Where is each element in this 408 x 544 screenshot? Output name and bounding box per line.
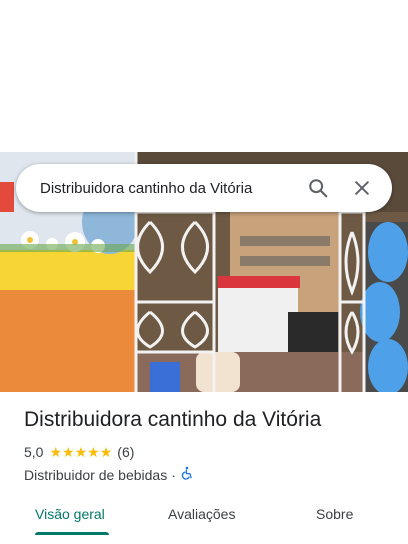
rating-row[interactable]: 5,0 ★ ★ ★ ★ ★ (6) — [24, 444, 134, 460]
tab-reviews[interactable]: Avaliações — [168, 506, 235, 522]
search-bar[interactable]: Distribuidora cantinho da Vitória — [16, 164, 392, 212]
place-tabs: Visão geral Avaliações Sobre — [0, 496, 408, 544]
tab-about[interactable]: Sobre — [316, 506, 353, 522]
map-blank-area — [0, 0, 408, 152]
search-icon[interactable] — [300, 170, 336, 206]
star-icon: ★ — [49, 444, 63, 460]
close-icon[interactable] — [344, 170, 380, 206]
star-icon: ★ — [87, 444, 100, 460]
review-count[interactable]: (6) — [117, 444, 134, 460]
rating-value: 5,0 — [24, 444, 44, 460]
tab-overview[interactable]: Visão geral — [35, 506, 105, 522]
active-tab-indicator — [35, 532, 109, 535]
wheelchair-icon — [180, 466, 194, 483]
star-icon: ★ — [62, 444, 75, 460]
place-category: Distribuidor de bebidas — [24, 466, 168, 483]
category-row: Distribuidor de bebidas · — [24, 466, 194, 483]
place-title: Distribuidora cantinho da Vitória — [24, 408, 322, 431]
star-rating: ★ ★ ★ ★ ★ — [49, 445, 112, 459]
star-icon: ★ — [99, 444, 113, 460]
separator: · — [171, 466, 176, 483]
star-icon: ★ — [74, 444, 88, 460]
search-input[interactable]: Distribuidora cantinho da Vitória — [40, 180, 292, 197]
